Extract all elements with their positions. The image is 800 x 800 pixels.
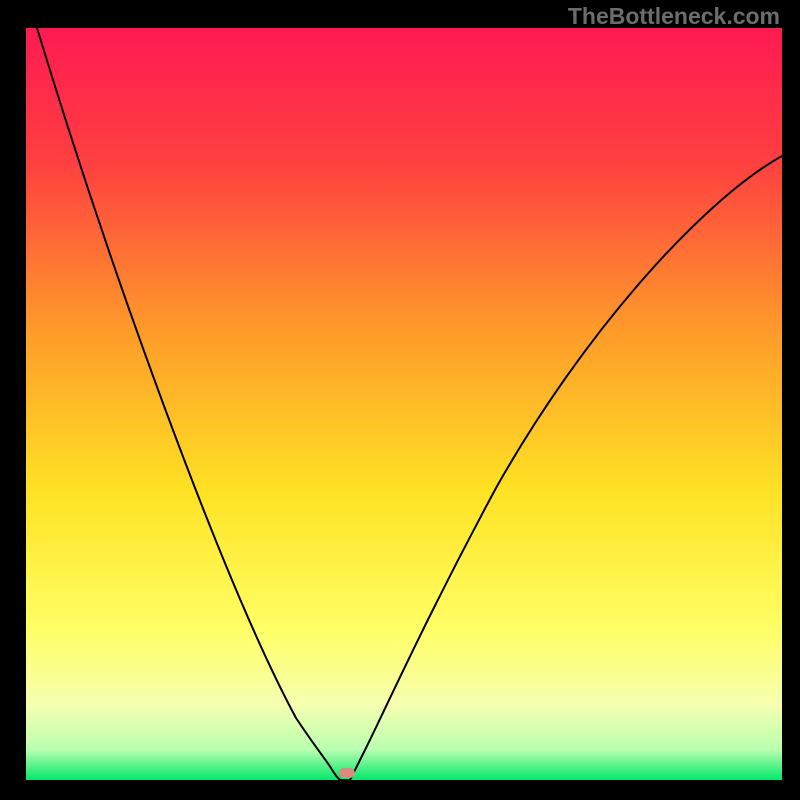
plot-area (26, 28, 782, 780)
chart-canvas: TheBottleneck.com (0, 0, 800, 800)
watermark-text: TheBottleneck.com (568, 3, 780, 30)
bottleneck-curve (26, 28, 782, 780)
optimal-marker (339, 768, 355, 778)
